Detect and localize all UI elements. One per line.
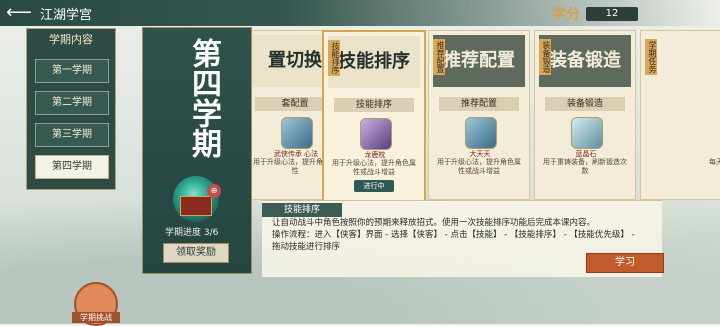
lesson-card[interactable]: 推荐配置 推荐配置 推荐配置 大天天 用于升级心法，提升角色属性或战斗增益 xyxy=(428,30,530,200)
card-subtitle: 技能排序 xyxy=(334,98,414,112)
card-description: 每天 xyxy=(709,158,720,166)
lesson-cards: 置切换 套配置 武侠传承 心法 用于升级心法，提升角色属性 技能排序 技能排序 … xyxy=(252,30,720,200)
detail-line: 拖动技能进行排序 xyxy=(272,242,341,252)
card-subtitle: 推荐配置 xyxy=(439,97,519,111)
menu-item-term-3[interactable]: 第三学期 xyxy=(35,123,109,147)
reward-chest-icon[interactable] xyxy=(180,196,212,216)
item-icon xyxy=(281,117,313,149)
page-title: 江湖学宫 xyxy=(40,8,93,23)
card-description: 用于升级心法，提升角色属性或战斗增益 xyxy=(332,159,416,176)
card-description: 用于升级心法，提升角色属性或战斗增益 xyxy=(437,158,521,175)
card-tag: 装备锻造 xyxy=(539,39,551,75)
item-icon xyxy=(465,117,497,149)
study-button[interactable]: 学习 xyxy=(586,253,664,273)
card-banner: 装备锻造 xyxy=(539,35,631,87)
credits-value: 12 xyxy=(586,7,638,21)
term-panel: 第四学期 ⊕ 学期进度 3/6 领取奖励 xyxy=(142,27,252,274)
lesson-card-active[interactable]: 技能排序 技能排序 技能排序 龙鹿枕 用于升级心法，提升角色属性或战斗增益 进行… xyxy=(322,30,426,200)
badge: ⊕ xyxy=(207,184,221,198)
in-progress-button[interactable]: 进行中 xyxy=(354,180,394,192)
detail-line: 让自动战斗中角色按照你的预期来释放招式。使用一次技能排序功能后完成本课内容。 xyxy=(272,218,596,228)
menu-item-term-4[interactable]: 第四学期 xyxy=(35,155,109,179)
term-name: 第四学期 xyxy=(186,38,221,158)
card-tag: 学期任务 xyxy=(645,39,657,75)
term-menu: 学期内容 第一学期 第二学期 第三学期 第四学期 xyxy=(26,28,116,190)
detail-text: 让自动战斗中角色按照你的预期来释放招式。使用一次技能排序功能后完成本课内容。 操… xyxy=(272,217,652,253)
card-description: 用于重铸装备，刷新锻造次数 xyxy=(543,158,627,175)
back-arrow-icon[interactable]: ⟵ xyxy=(6,3,32,23)
claim-reward-button[interactable]: 领取奖励 xyxy=(163,243,229,263)
menu-item-term-2[interactable]: 第二学期 xyxy=(35,91,109,115)
term-progress: 学期进度 3/6 xyxy=(165,228,219,238)
detail-title: 技能排序 xyxy=(262,203,342,217)
card-subtitle: 装备锻造 xyxy=(545,97,625,111)
lesson-card[interactable]: 学期任务 每天 xyxy=(640,30,720,200)
lesson-card[interactable]: 装备锻造 装备锻造 装备锻造 蓝晶石 用于重铸装备，刷新锻造次数 xyxy=(534,30,636,200)
card-banner: 推荐配置 xyxy=(433,35,525,87)
card-tag: 技能排序 xyxy=(328,40,340,76)
detail-line: 操作流程：进入【侠客】界面 - 选择【侠客】 - 点击【技能】 - 【技能排序】… xyxy=(272,230,635,240)
card-tag: 推荐配置 xyxy=(433,39,445,75)
term-challenge-label[interactable]: 学期挑战 xyxy=(72,312,120,323)
item-icon xyxy=(360,118,392,150)
card-banner: 技能排序 xyxy=(328,36,420,88)
item-icon xyxy=(571,117,603,149)
credits-label: 学分 xyxy=(552,7,580,23)
menu-item-term-1[interactable]: 第一学期 xyxy=(35,59,109,83)
menu-title: 学期内容 xyxy=(49,33,93,46)
